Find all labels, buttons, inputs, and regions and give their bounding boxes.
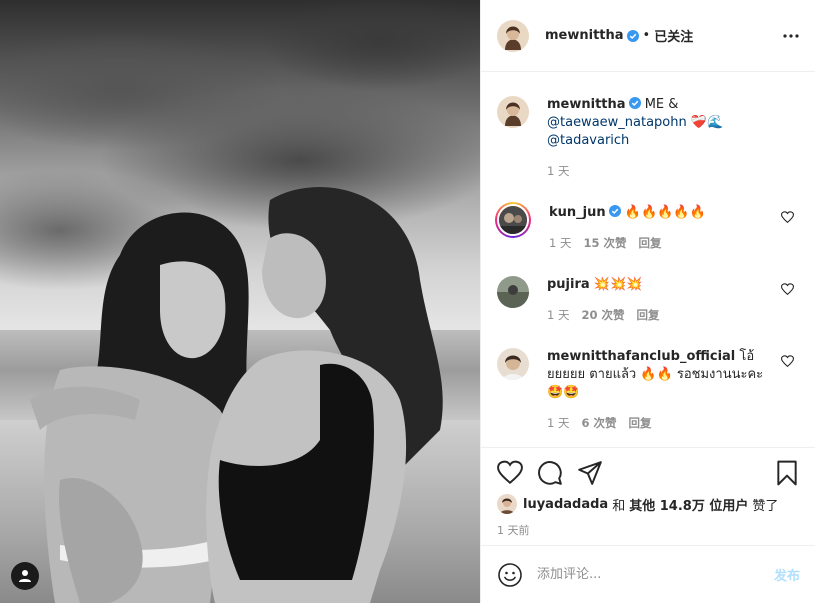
post-photo[interactable]	[0, 0, 480, 603]
reply-button[interactable]: 回复	[629, 414, 652, 432]
comments-list[interactable]: mewnittha ME & @taewaew_natapohn ❤️‍🩹🌊 @…	[481, 72, 815, 447]
emoji-icon[interactable]	[497, 562, 523, 588]
comment-username[interactable]: mewnitthafanclub_official	[547, 349, 735, 364]
comment-like-heart-icon[interactable]	[781, 355, 794, 368]
share-icon[interactable]	[577, 460, 603, 486]
comment-time[interactable]: 1 天	[547, 306, 569, 324]
post-actions: luyadadada 和 其他 14.8万 位用户 赞了 1 天前	[481, 447, 815, 538]
post-side-panel: mewnittha • 已关注 mewnittha ME & @taewaew_…	[480, 0, 815, 603]
comment-icon[interactable]	[537, 460, 563, 486]
bookmark-icon[interactable]	[774, 460, 800, 486]
user-tag-icon	[19, 570, 31, 582]
commenter-avatar-story-ring[interactable]	[495, 202, 531, 238]
caption-text: ME &	[644, 97, 679, 112]
likes-and: 和	[612, 498, 626, 514]
following-button[interactable]: 已关注	[654, 26, 693, 45]
comment-username[interactable]: kun_jun	[549, 205, 606, 220]
reply-button[interactable]: 回复	[639, 234, 662, 252]
photo-people	[30, 186, 443, 603]
liker-avatar[interactable]	[497, 494, 517, 514]
commenter-avatar[interactable]	[497, 276, 529, 308]
likes-others-count[interactable]: 其他 14.8万 位用户	[629, 495, 748, 514]
reply-button[interactable]: 回复	[637, 306, 660, 324]
comment-time[interactable]: 1 天	[549, 234, 571, 252]
caption-body: mewnittha ME & @taewaew_natapohn ❤️‍🩹🌊 @…	[547, 96, 767, 180]
heart-icon[interactable]	[497, 460, 523, 486]
commenter-avatar[interactable]	[497, 348, 529, 380]
user-tag-button[interactable]	[11, 562, 39, 590]
comment-item: kun_jun 🔥🔥🔥🔥🔥 1 天 15 次赞 回复	[495, 202, 800, 252]
author-avatar[interactable]	[497, 19, 529, 52]
action-icons-row	[497, 448, 800, 498]
caption-username[interactable]: mewnittha	[547, 97, 626, 112]
caption-mention-tadavarich[interactable]: @tadavarich	[547, 133, 629, 148]
comment-time[interactable]: 1 天	[547, 414, 569, 432]
comment-likes[interactable]: 20 次赞	[581, 306, 624, 324]
verified-badge-icon	[628, 97, 641, 109]
comment-input[interactable]	[537, 567, 757, 582]
comment-text: 🔥🔥🔥🔥🔥	[624, 205, 706, 220]
comment-likes[interactable]: 15 次赞	[583, 234, 626, 252]
caption-mention-taewaew[interactable]: @taewaew_natapohn	[547, 115, 687, 130]
post-comment-button[interactable]: 发布	[774, 565, 800, 584]
verified-badge-icon	[608, 205, 621, 217]
comment-text: 💥💥💥	[593, 277, 643, 292]
comment-like-heart-icon[interactable]	[781, 283, 794, 296]
comment-item: pujira 💥💥💥 1 天 20 次赞 回复	[497, 276, 800, 324]
comment-like-heart-icon[interactable]	[781, 211, 794, 224]
comment-likes[interactable]: 6 次赞	[581, 414, 616, 432]
likes-summary: luyadadada 和 其他 14.8万 位用户 赞了	[497, 494, 800, 514]
comment-body: pujira 💥💥💥 1 天 20 次赞 回复	[547, 276, 767, 324]
add-comment-bar: 发布	[481, 545, 815, 603]
caption-avatar[interactable]	[497, 96, 529, 128]
caption-time[interactable]: 1 天	[547, 162, 569, 180]
comment-item: mewnitthafanclub_official โอ้ยยยยย ตายแล…	[497, 348, 800, 432]
verified-badge-icon	[626, 29, 639, 42]
author-username[interactable]: mewnittha	[545, 28, 624, 43]
comment-username[interactable]: pujira	[547, 277, 590, 292]
comment-body: mewnitthafanclub_official โอ้ยยยยย ตายแล…	[547, 348, 767, 432]
post-header: mewnittha • 已关注	[481, 0, 815, 72]
caption-emoji: ❤️‍🩹🌊	[690, 115, 724, 130]
more-options-icon[interactable]	[782, 27, 800, 45]
caption: mewnittha ME & @taewaew_natapohn ❤️‍🩹🌊 @…	[497, 96, 800, 180]
post-time-ago[interactable]: 1 天前	[497, 522, 800, 538]
header-separator: •	[642, 28, 651, 43]
liker-username[interactable]: luyadadada	[523, 497, 608, 512]
comment-body: kun_jun 🔥🔥🔥🔥🔥 1 天 15 次赞 回复	[549, 204, 769, 252]
likes-suffix: 赞了	[752, 498, 779, 514]
